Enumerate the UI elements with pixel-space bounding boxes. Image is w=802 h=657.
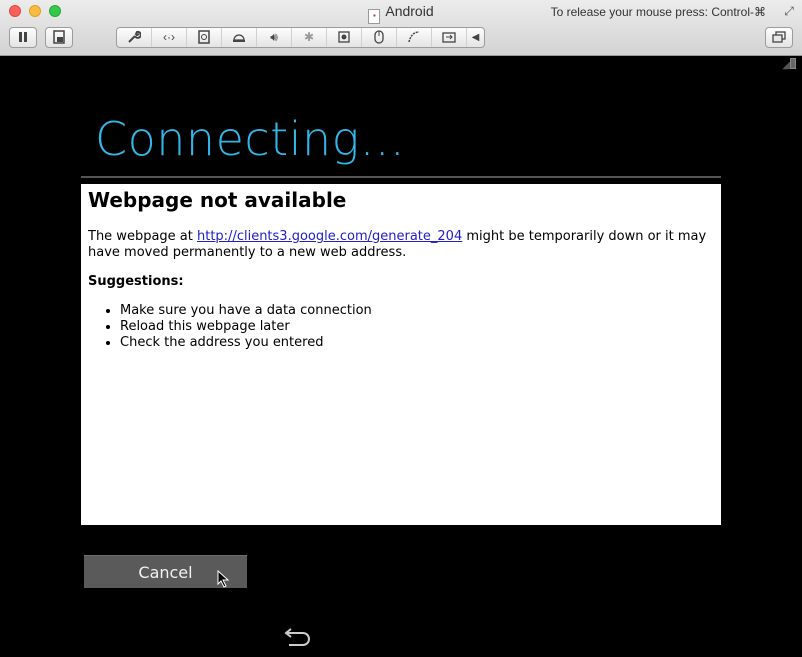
- pause-button[interactable]: [9, 27, 37, 48]
- pause-icon: [19, 32, 27, 42]
- error-heading: Webpage not available: [88, 188, 347, 212]
- shared-folder-icon[interactable]: [432, 28, 467, 47]
- title-divider: [81, 176, 721, 178]
- back-icon[interactable]: [283, 625, 313, 647]
- suggestions-list: Make sure you have a data connection Rel…: [88, 303, 714, 351]
- device-toolbar: ‹·› 🔊︎ ✱ ◀: [116, 27, 485, 48]
- resize-grip-icon: ◢: [782, 60, 790, 71]
- error-message: The webpage at http://clients3.google.co…: [88, 229, 714, 261]
- collapse-arrow-icon[interactable]: ◀: [467, 28, 484, 47]
- suggestion-item: Check the address you entered: [120, 335, 714, 351]
- usb-mouse-icon[interactable]: [362, 28, 397, 47]
- unity-icon: [772, 31, 786, 43]
- error-url-link[interactable]: http://clients3.google.com/generate_204: [197, 229, 462, 244]
- settings-icon[interactable]: [117, 28, 152, 47]
- hard-disk-icon[interactable]: [187, 28, 222, 47]
- error-message-prefix: The webpage at: [88, 229, 197, 244]
- suggestion-item: Make sure you have a data connection: [120, 303, 714, 319]
- camera-icon[interactable]: [327, 28, 362, 47]
- optical-drive-icon[interactable]: [222, 28, 257, 47]
- battery-icon: [790, 58, 796, 69]
- sound-icon[interactable]: 🔊︎: [257, 28, 292, 47]
- mouse-cursor-icon: [217, 570, 230, 588]
- fullscreen-icon[interactable]: ⤢: [782, 4, 796, 18]
- network-icon[interactable]: ‹·›: [152, 28, 187, 47]
- bluetooth-icon[interactable]: ✱: [292, 28, 327, 47]
- window-title: Android: [385, 3, 434, 19]
- snapshot-icon: [53, 30, 65, 44]
- dialog-title: Connecting...: [95, 112, 406, 166]
- suggestion-item: Reload this webpage later: [120, 319, 714, 335]
- vm-document-icon: ▪: [368, 9, 381, 24]
- release-mouse-hint: To release your mouse press: Control-⌘: [550, 5, 766, 19]
- unity-button[interactable]: [765, 27, 793, 48]
- snapshot-button[interactable]: [45, 27, 73, 48]
- error-webview: Webpage not available The webpage at htt…: [81, 184, 721, 525]
- serial-port-icon[interactable]: [397, 28, 432, 47]
- title-bar: ▪ Android To release your mouse press: Co…: [0, 0, 802, 56]
- vm-window: ▪ Android To release your mouse press: Co…: [0, 0, 802, 657]
- suggestions-heading: Suggestions:: [88, 274, 184, 289]
